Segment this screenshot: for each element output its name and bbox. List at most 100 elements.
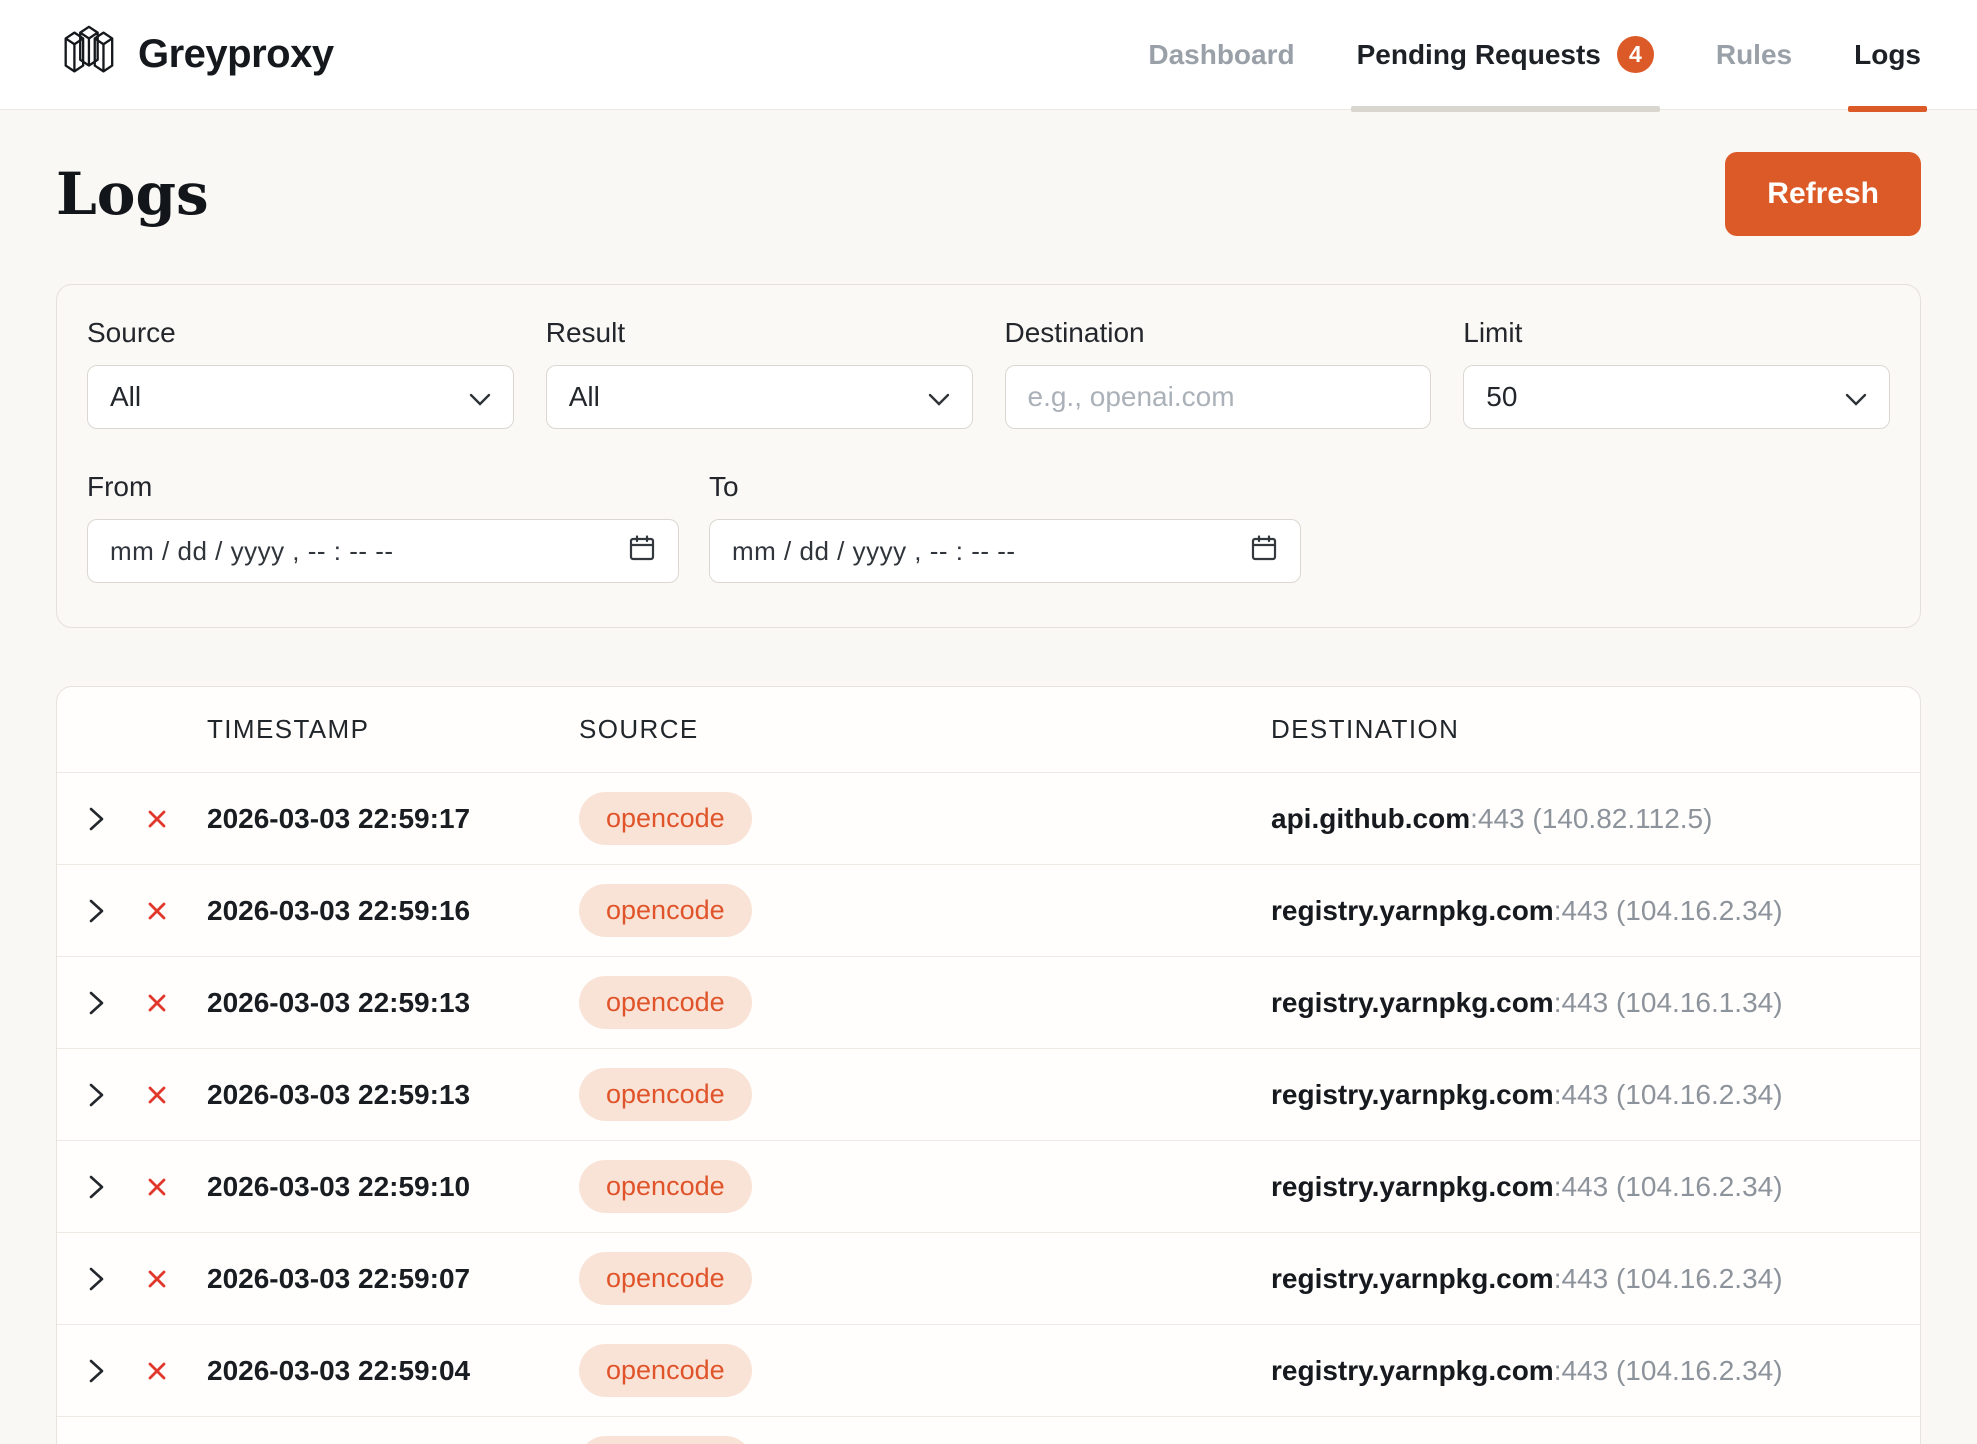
table-row: 2026-03-03 22:59:10 opencode registry.ya… bbox=[57, 1141, 1920, 1233]
expand-row-button[interactable] bbox=[87, 1169, 123, 1205]
destination-host: registry.yarnpkg.com bbox=[1271, 987, 1554, 1018]
expand-row-button[interactable] bbox=[87, 893, 123, 929]
page-title: Logs bbox=[56, 160, 209, 228]
table-row: 2026-03-03 22:59:16 opencode registry.ya… bbox=[57, 865, 1920, 957]
source-badge: opencode bbox=[579, 792, 752, 845]
destination-host: registry.yarnpkg.com bbox=[1271, 895, 1554, 926]
destination-port: :443 bbox=[1554, 1079, 1609, 1110]
refresh-button[interactable]: Refresh bbox=[1725, 152, 1921, 236]
source-select[interactable]: All bbox=[87, 365, 514, 429]
greyproxy-logo-icon bbox=[56, 21, 118, 88]
destination-host: registry.yarnpkg.com bbox=[1271, 1079, 1554, 1110]
row-source-cell: opencode bbox=[579, 1252, 1259, 1305]
calendar-icon[interactable] bbox=[628, 534, 656, 569]
nav-item-pending-requests[interactable]: Pending Requests 4 bbox=[1357, 0, 1654, 109]
row-destination: registry.yarnpkg.com:443 (104.16.2.34) bbox=[1271, 1171, 1890, 1203]
destination-ip: (104.16.2.34) bbox=[1616, 895, 1783, 926]
nav-item-dashboard[interactable]: Dashboard bbox=[1148, 0, 1294, 109]
table-header-row: TIMESTAMP SOURCE DESTINATION bbox=[57, 687, 1920, 773]
filters-panel: Source All Result All Destinat bbox=[56, 284, 1921, 628]
brand-name: Greyproxy bbox=[138, 32, 334, 77]
filter-result: Result All bbox=[546, 317, 973, 429]
row-destination: registry.yarnpkg.com:443 (104.16.2.34) bbox=[1271, 1263, 1890, 1295]
row-timestamp: 2026-03-03 22:59:13 bbox=[207, 987, 567, 1019]
destination-port: :443 bbox=[1554, 1171, 1609, 1202]
destination-ip: (104.16.2.34) bbox=[1616, 1355, 1783, 1386]
header-destination: DESTINATION bbox=[1271, 714, 1890, 745]
expand-row-button[interactable] bbox=[87, 985, 123, 1021]
destination-host: registry.yarnpkg.com bbox=[1271, 1263, 1554, 1294]
delete-row-button[interactable] bbox=[147, 1169, 183, 1205]
delete-row-button[interactable] bbox=[147, 1077, 183, 1113]
brand: Greyproxy bbox=[56, 0, 334, 109]
row-destination: registry.yarnpkg.com:443 (104.16.2.34) bbox=[1271, 1079, 1890, 1111]
nav-item-logs[interactable]: Logs bbox=[1854, 0, 1921, 109]
row-timestamp: 2026-03-03 22:59:04 bbox=[207, 1355, 567, 1387]
table-row: 2026-03-03 22:59:17 opencode api.github.… bbox=[57, 773, 1920, 865]
app-header: Greyproxy Dashboard Pending Requests 4 R… bbox=[0, 0, 1977, 110]
filter-limit: Limit 50 bbox=[1463, 317, 1890, 429]
header-source: SOURCE bbox=[579, 714, 1259, 745]
limit-select[interactable]: 50 bbox=[1463, 365, 1890, 429]
source-badge: opencode bbox=[579, 1344, 752, 1397]
source-badge: opencode bbox=[579, 1252, 752, 1305]
row-timestamp: 2026-03-03 22:59:17 bbox=[207, 803, 567, 835]
row-source-cell: opencode bbox=[579, 1344, 1259, 1397]
nav-label: Logs bbox=[1854, 39, 1921, 71]
expand-row-button[interactable] bbox=[87, 1353, 123, 1389]
from-datetime-value: mm / dd / yyyy , -- : -- -- bbox=[110, 536, 394, 567]
to-datetime-input[interactable]: mm / dd / yyyy , -- : -- -- bbox=[709, 519, 1301, 583]
header-timestamp: TIMESTAMP bbox=[207, 714, 567, 745]
destination-port: :443 bbox=[1554, 895, 1609, 926]
destination-input[interactable] bbox=[1005, 365, 1432, 429]
main-nav: Dashboard Pending Requests 4 Rules Logs bbox=[1148, 0, 1921, 109]
row-destination: registry.yarnpkg.com:443 (104.16.1.34) bbox=[1271, 987, 1890, 1019]
row-destination: registry.yarnpkg.com:443 (104.16.2.34) bbox=[1271, 895, 1890, 927]
calendar-icon[interactable] bbox=[1250, 534, 1278, 569]
destination-ip: (104.16.1.34) bbox=[1616, 987, 1783, 1018]
row-destination: registry.yarnpkg.com:443 (104.16.2.34) bbox=[1271, 1355, 1890, 1387]
nav-item-rules[interactable]: Rules bbox=[1716, 0, 1792, 109]
row-source-cell: opencode bbox=[579, 1160, 1259, 1213]
filter-from: From mm / dd / yyyy , -- : -- -- bbox=[87, 471, 679, 583]
limit-select-value: 50 bbox=[1486, 381, 1517, 413]
result-select[interactable]: All bbox=[546, 365, 973, 429]
source-badge: opencode bbox=[579, 1436, 752, 1444]
limit-label: Limit bbox=[1463, 317, 1890, 349]
delete-row-button[interactable] bbox=[147, 893, 183, 929]
title-bar: Logs Refresh bbox=[0, 110, 1977, 236]
from-datetime-input[interactable]: mm / dd / yyyy , -- : -- -- bbox=[87, 519, 679, 583]
row-timestamp: 2026-03-03 22:59:07 bbox=[207, 1263, 567, 1295]
delete-row-button[interactable] bbox=[147, 1353, 183, 1389]
delete-row-button[interactable] bbox=[147, 801, 183, 837]
nav-label: Rules bbox=[1716, 39, 1792, 71]
filter-destination: Destination bbox=[1005, 317, 1432, 429]
expand-row-button[interactable] bbox=[87, 1261, 123, 1297]
delete-row-button[interactable] bbox=[147, 1261, 183, 1297]
page: Greyproxy Dashboard Pending Requests 4 R… bbox=[0, 0, 1977, 1444]
row-timestamp: 2026-03-03 22:59:16 bbox=[207, 895, 567, 927]
row-source-cell: opencode bbox=[579, 884, 1259, 937]
destination-port: :443 bbox=[1554, 987, 1609, 1018]
delete-row-button[interactable] bbox=[147, 985, 183, 1021]
row-source-cell: opencode bbox=[579, 1068, 1259, 1121]
chevron-down-icon bbox=[928, 381, 950, 413]
row-timestamp: 2026-03-03 22:59:13 bbox=[207, 1079, 567, 1111]
source-label: Source bbox=[87, 317, 514, 349]
table-row: 2026-03-03 22:59:07 opencode registry.ya… bbox=[57, 1233, 1920, 1325]
from-label: From bbox=[87, 471, 679, 503]
result-select-value: All bbox=[569, 381, 600, 413]
destination-ip: (104.16.2.34) bbox=[1616, 1079, 1783, 1110]
source-badge: opencode bbox=[579, 1068, 752, 1121]
source-badge: opencode bbox=[579, 884, 752, 937]
destination-port: :443 bbox=[1470, 803, 1525, 834]
destination-ip: (104.16.2.34) bbox=[1616, 1171, 1783, 1202]
row-source-cell: opencode bbox=[579, 1436, 1259, 1444]
to-datetime-value: mm / dd / yyyy , -- : -- -- bbox=[732, 536, 1016, 567]
row-source-cell: opencode bbox=[579, 792, 1259, 845]
nav-label: Pending Requests bbox=[1357, 39, 1601, 71]
row-destination: api.github.com:443 (140.82.112.5) bbox=[1271, 803, 1890, 835]
expand-row-button[interactable] bbox=[87, 1077, 123, 1113]
expand-row-button[interactable] bbox=[87, 801, 123, 837]
row-timestamp: 2026-03-03 22:59:10 bbox=[207, 1171, 567, 1203]
